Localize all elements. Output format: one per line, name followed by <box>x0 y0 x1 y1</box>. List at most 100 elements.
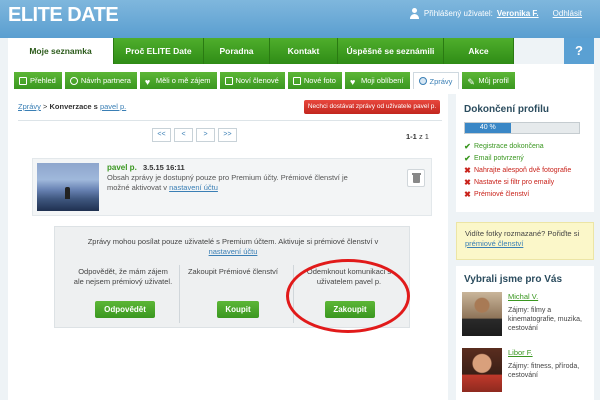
heart-icon <box>350 74 358 91</box>
checklist-item: ✔ Registrace dokončena <box>464 140 571 152</box>
members-icon <box>224 76 233 85</box>
buy-button[interactable]: Koupit <box>217 301 259 318</box>
user-icon <box>409 8 420 19</box>
message-date: 3.5.15 16:11 <box>143 163 185 172</box>
message-body: Obsah zprávy je dostupný pouze pro Premi… <box>107 173 348 192</box>
content-panel: Zprávy > Konverzace s pavel p. Nechci do… <box>8 94 448 400</box>
user-area: Přihlášený uživatel: Veronika F. Odhlási… <box>409 8 582 19</box>
subtab-nove-foto[interactable]: Nové foto <box>287 72 342 89</box>
notice-body: Vidíte fotky rozmazané? Pořiďte si <box>465 229 580 238</box>
recommended-person[interactable]: Michal V. Zájmy: filmy a kinematografie,… <box>462 292 590 340</box>
progress-fill: 40 % <box>465 123 511 133</box>
tab-kontakt[interactable]: Kontakt <box>270 38 338 64</box>
checklist-label: Email potvrzený <box>474 154 524 162</box>
photo-icon <box>292 76 301 85</box>
divider <box>18 120 442 121</box>
prev-page-button[interactable]: < <box>174 128 193 142</box>
option-reply-text: Odpovědět, že mám zájem ale nejsem prémi… <box>73 267 173 286</box>
subtab-moji-oblibeni[interactable]: Moji oblíbení <box>344 72 410 91</box>
premium-options: Zprávy mohou posílat pouze uživatelé s P… <box>54 226 410 333</box>
pencil-icon <box>467 74 475 91</box>
header-bar: ELITE DATE Přihlášený uživatel: Veronika… <box>0 0 600 38</box>
person-interests: Zájmy: filmy a kinematografie, muzika, c… <box>508 307 582 332</box>
tab-proc-elite-date[interactable]: Proč ELITE Date <box>114 38 204 64</box>
help-button[interactable]: ? <box>564 38 594 64</box>
premium-membership-link[interactable]: prémiové členství <box>465 239 523 248</box>
sender-photo[interactable] <box>37 163 99 211</box>
subtab-zpravy[interactable]: Zprávy <box>412 72 460 89</box>
sender-name[interactable]: pavel p. <box>107 163 137 172</box>
subtab-label: Návrh partnera <box>80 76 131 85</box>
page-count: 1-1 z 1 <box>406 132 429 141</box>
subtab-label: Nové foto <box>303 76 336 85</box>
overview-icon <box>19 76 27 85</box>
breadcrumb-user-link[interactable]: pavel p. <box>100 102 126 111</box>
checklist-label: Nahrajte alespoň dvě fotografie <box>474 166 572 174</box>
sidebar: Dokončení profilu 40 % ✔ Registrace dokon… <box>456 94 594 400</box>
subtab-prehled[interactable]: Přehled <box>14 72 62 89</box>
breadcrumb-current: Konverzace s <box>49 102 98 111</box>
premium-info: Zprávy mohou posílat pouze uživatelé s P… <box>73 237 393 257</box>
person-photo[interactable] <box>462 348 502 392</box>
pagination: << < > >> <box>152 128 237 142</box>
sub-nav: Přehled Návrh partnera Měli o mě zájem N… <box>8 64 594 94</box>
next-page-button[interactable]: > <box>196 128 215 142</box>
tab-uspesne[interactable]: Úspěšně se seznámili <box>338 38 444 64</box>
divider <box>179 265 180 323</box>
tab-moje-seznamka[interactable]: Moje seznamka <box>8 38 114 64</box>
breadcrumb-separator: > <box>43 102 48 111</box>
tab-poradna[interactable]: Poradna <box>204 38 270 64</box>
logout-link[interactable]: Odhlásit <box>553 9 582 18</box>
subtab-label: Můj profil <box>478 76 509 85</box>
checklist-item[interactable]: ✖ Nastavte si filtr pro emaily <box>464 176 571 188</box>
reply-button[interactable]: Odpovědět <box>95 301 155 318</box>
subtab-navrh-partnera[interactable]: Návrh partnera <box>64 72 137 89</box>
annotation-circle <box>286 259 410 333</box>
cross-icon: ✖ <box>464 177 471 187</box>
checklist-item[interactable]: ✖ Nahrajte alespoň dvě fotografie <box>464 164 571 176</box>
profile-checklist: ✔ Registrace dokončena ✔ Email potvrzený ✖… <box>464 140 571 200</box>
check-icon: ✔ <box>464 141 471 151</box>
profile-completion-card: Dokončení profilu 40 % ✔ Registrace dokon… <box>456 94 594 212</box>
recommended-card: Vybrali jsme pro Vás Michal V. Zájmy: fi… <box>456 266 594 400</box>
subtab-label: Noví členové <box>235 76 279 85</box>
block-messages-button[interactable]: Nechci dostávat zprávy od uživatele pave… <box>304 100 440 114</box>
first-page-button[interactable]: << <box>152 128 171 142</box>
delete-message-button[interactable] <box>407 169 425 187</box>
person-name-link[interactable]: Libor F. <box>508 348 533 357</box>
user-label: Přihlášený uživatel: <box>423 9 493 18</box>
blurred-photos-notice: Vidíte fotky rozmazané? Pořiďte si prémi… <box>456 222 594 260</box>
partner-icon <box>69 76 78 85</box>
breadcrumb: Zprávy > Konverzace s pavel p. <box>18 102 126 111</box>
profile-completion-title: Dokončení profilu <box>464 104 549 115</box>
breadcrumb-zpravy[interactable]: Zprávy <box>18 102 41 111</box>
checklist-label: Nastavte si filtr pro emaily <box>474 178 555 186</box>
page-range: 1-1 <box>406 132 417 141</box>
subtab-novi-clenove[interactable]: Noví členové <box>219 72 285 89</box>
person-photo[interactable] <box>462 292 502 336</box>
checklist-item[interactable]: ✖ Prémiové členství <box>464 188 571 200</box>
premium-settings-link[interactable]: nastavení účtu <box>209 247 258 256</box>
message-text: Obsah zprávy je dostupný pouze pro Premi… <box>107 173 367 193</box>
main-nav: Moje seznamka Proč ELITE Date Poradna Ko… <box>8 38 514 64</box>
cross-icon: ✖ <box>464 165 471 175</box>
person-name-link[interactable]: Michal V. <box>508 292 538 301</box>
speech-bubble-icon <box>418 77 427 85</box>
check-icon: ✔ <box>464 153 471 163</box>
logo[interactable]: ELITE DATE <box>8 4 119 27</box>
recommended-person[interactable]: Libor F. Zájmy: fitness, příroda, cestov… <box>462 348 590 396</box>
option-buy-text: Zakoupit Prémiové členství <box>187 267 279 276</box>
subtab-muj-profil[interactable]: Můj profil <box>462 72 515 91</box>
account-settings-link[interactable]: nastavení účtu <box>169 183 218 192</box>
user-name-link[interactable]: Veronika F. <box>497 9 539 18</box>
cross-icon: ✖ <box>464 189 471 199</box>
tab-akce[interactable]: Akce <box>444 38 514 64</box>
subtab-label: Moji oblíbení <box>360 76 404 85</box>
message-item: pavel p. 3.5.15 16:11 Obsah zprávy je do… <box>32 158 432 216</box>
subtab-label: Přehled <box>30 76 56 85</box>
last-page-button[interactable]: >> <box>218 128 237 142</box>
subtab-label: Měli o mě zájem <box>155 76 211 85</box>
heart-icon <box>145 74 153 91</box>
subtab-meli-zajem[interactable]: Měli o mě zájem <box>139 72 217 91</box>
person-interests: Zájmy: fitness, příroda, cestování <box>508 363 580 379</box>
